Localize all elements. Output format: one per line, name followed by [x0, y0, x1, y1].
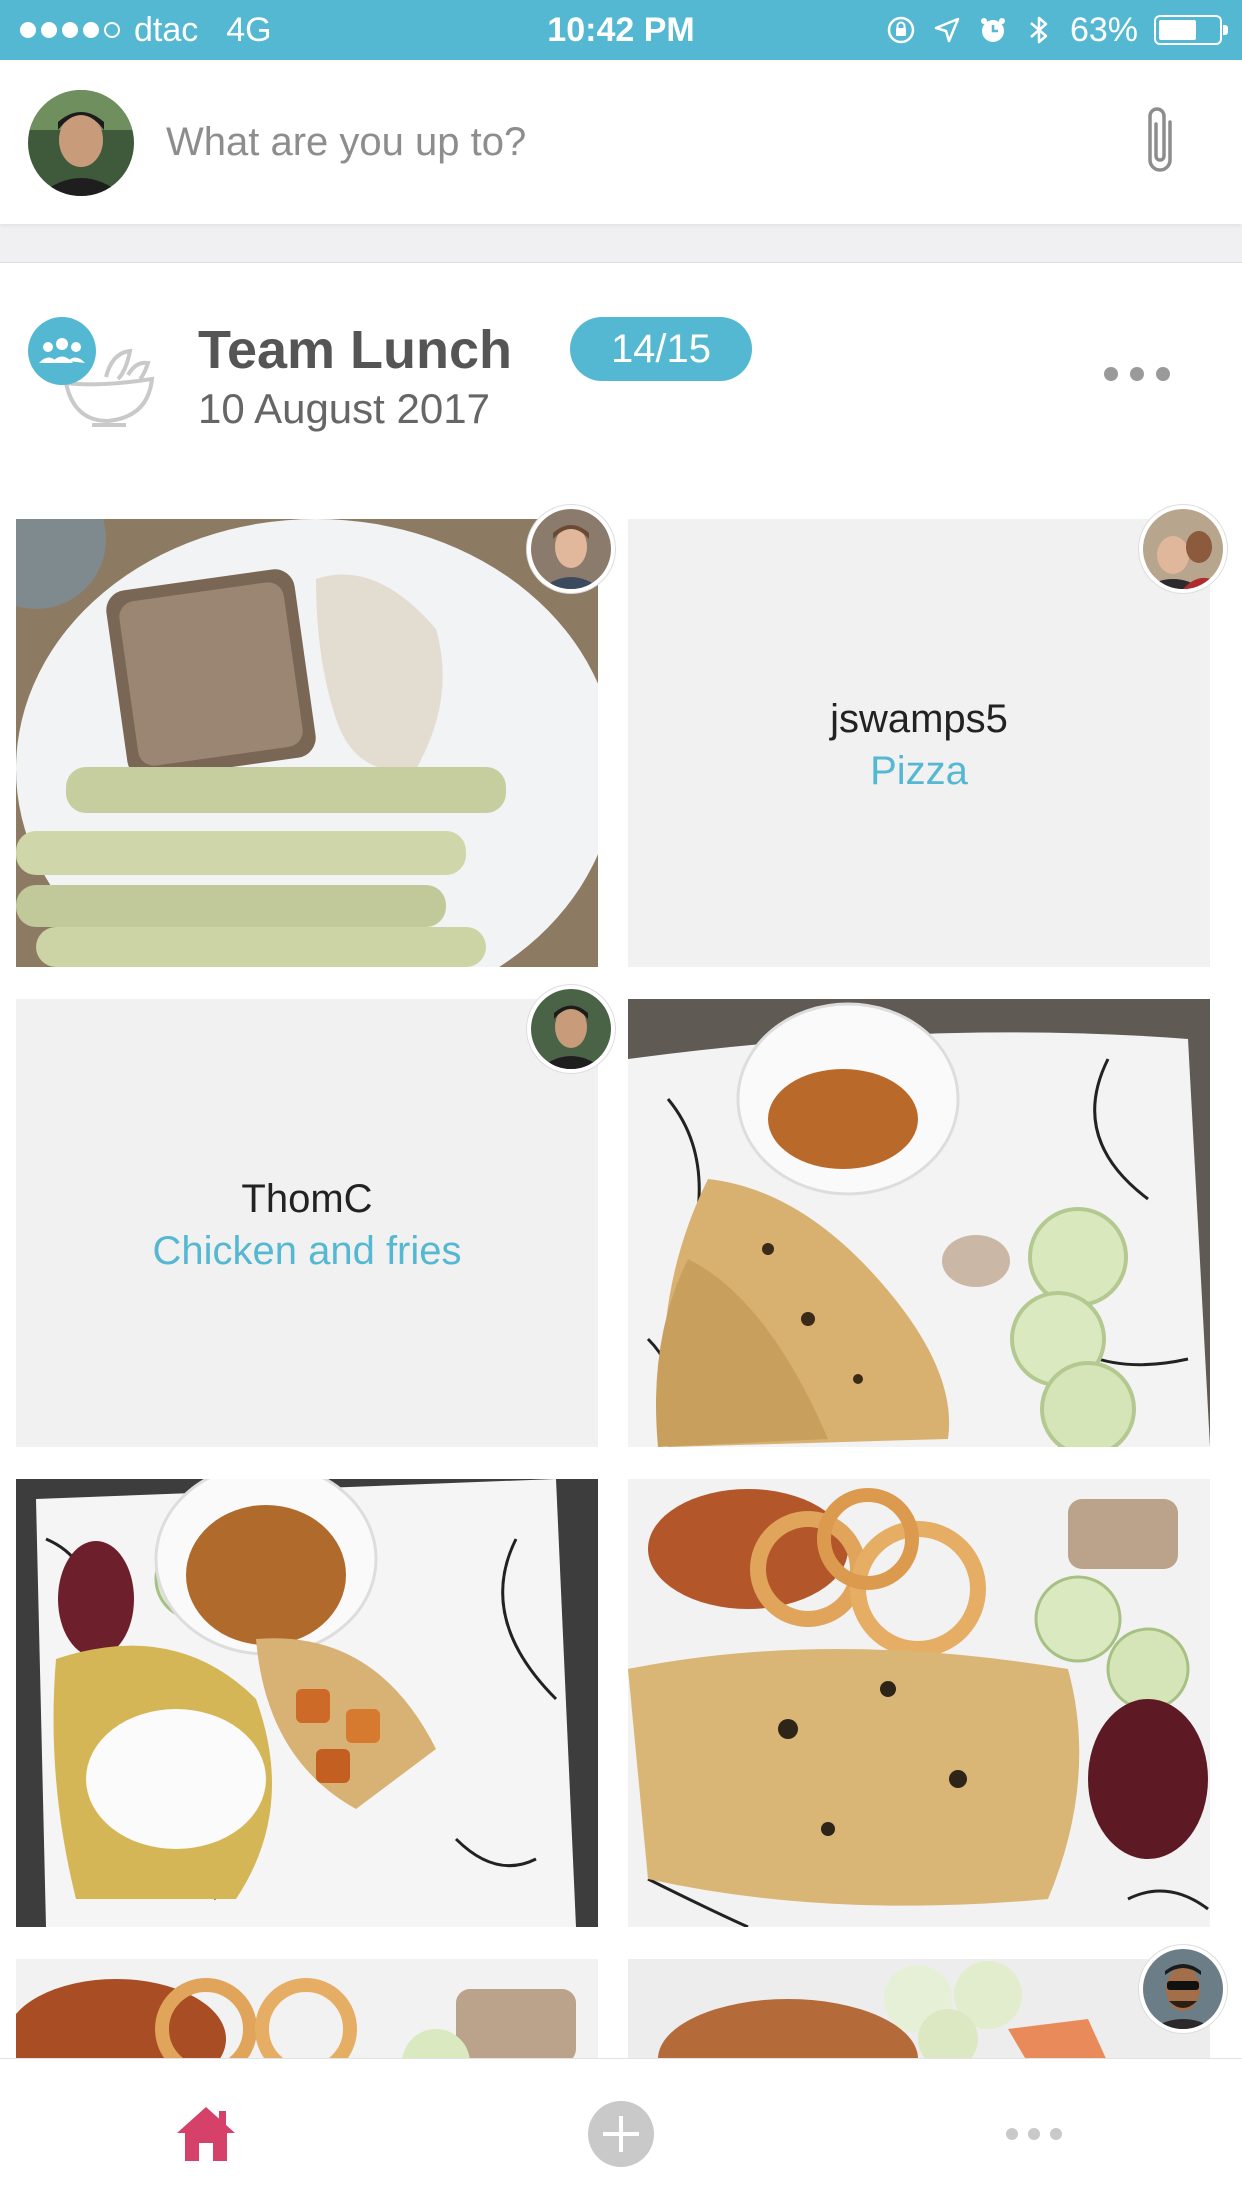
group-salad-bowl-icon — [26, 317, 160, 433]
tab-home[interactable] — [106, 2059, 306, 2208]
event-card: Team Lunch 10 August 2017 14/15 jswamps5… — [0, 262, 1242, 2063]
post-username: ThomC — [241, 1177, 373, 1221]
post-composer[interactable]: What are you up to? — [0, 60, 1242, 224]
battery-icon — [1154, 15, 1228, 45]
food-photo — [16, 519, 598, 967]
user-avatar[interactable] — [1139, 505, 1227, 593]
post-dish-link[interactable]: Chicken and fries — [16, 1229, 598, 1274]
home-icon — [177, 2107, 235, 2161]
post-tile[interactable] — [628, 1479, 1210, 1927]
food-photo — [628, 999, 1210, 1447]
paperclip-icon[interactable] — [1136, 102, 1186, 182]
bottom-tab-bar — [0, 2058, 1242, 2208]
status-right: 63% — [886, 0, 1228, 60]
post-tile-placeholder[interactable]: ThomC Chicken and fries — [16, 999, 598, 1447]
add-icon — [588, 2101, 654, 2167]
post-tile[interactable] — [628, 999, 1210, 1447]
my-avatar[interactable] — [28, 90, 134, 196]
status-time: 10:42 PM — [547, 10, 695, 49]
composer-input[interactable]: What are you up to? — [166, 60, 526, 224]
alarm-icon — [978, 15, 1008, 45]
battery-percent: 63% — [1069, 10, 1138, 49]
food-photo — [628, 1479, 1210, 1927]
event-more-menu-button[interactable] — [1104, 367, 1170, 381]
tab-more[interactable] — [934, 2059, 1134, 2208]
location-icon — [932, 15, 962, 45]
orientation-lock-icon — [886, 15, 916, 45]
post-tile-placeholder[interactable]: jswamps5 Pizza — [628, 519, 1210, 967]
event-title: Team Lunch — [198, 320, 513, 380]
status-bar: dtac 4G 10:42 PM 63% — [0, 0, 1242, 60]
participant-count: 14/15 — [610, 326, 712, 371]
post-tile[interactable] — [16, 1479, 598, 1927]
food-photo — [16, 1959, 598, 2063]
more-icon — [1006, 2128, 1062, 2140]
participant-count-badge: 14/15 — [570, 317, 752, 381]
tab-add[interactable] — [521, 2059, 721, 2208]
food-photo — [16, 1479, 598, 1927]
post-dish-link[interactable]: Pizza — [628, 749, 1210, 794]
post-tile[interactable] — [628, 1959, 1210, 2063]
event-date: 10 August 2017 — [198, 385, 490, 432]
user-avatar[interactable] — [1139, 1945, 1227, 2033]
user-avatar[interactable] — [527, 505, 615, 593]
user-avatar[interactable] — [527, 985, 615, 1073]
post-username: jswamps5 — [830, 697, 1008, 741]
food-photo — [628, 1959, 1210, 2063]
post-tile[interactable] — [16, 519, 598, 967]
bluetooth-icon — [1024, 15, 1054, 45]
post-tile[interactable] — [16, 1959, 598, 2063]
